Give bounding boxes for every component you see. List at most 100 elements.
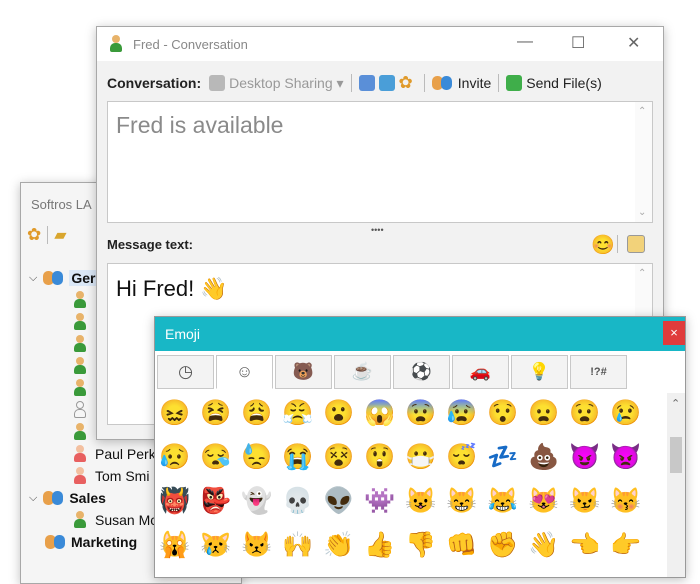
- emoji-cell[interactable]: 😯: [487, 397, 519, 429]
- person-icon[interactable]: [73, 379, 87, 397]
- person-icon[interactable]: [73, 335, 87, 353]
- emoji-cell[interactable]: 👏: [323, 529, 355, 561]
- group-row-general[interactable]: ⌵ Ger: [29, 267, 98, 289]
- emoji-cell[interactable]: 😺: [405, 485, 437, 517]
- tab-activities[interactable]: ⚽: [393, 355, 450, 389]
- emoji-cell[interactable]: 😻: [528, 485, 560, 517]
- emoji-cell[interactable]: 👈: [569, 529, 601, 561]
- emoji-cell[interactable]: 😹: [487, 485, 519, 517]
- emoji-cell[interactable]: 👹: [159, 485, 191, 517]
- edit-note-icon[interactable]: [627, 235, 645, 253]
- emoji-cell[interactable]: 😨: [405, 397, 437, 429]
- contact-row[interactable]: Paul Perk: [73, 443, 156, 465]
- person-icon[interactable]: [73, 423, 87, 441]
- tab-travel[interactable]: 🚗: [452, 355, 509, 389]
- emoji-cell[interactable]: 😭: [282, 441, 314, 473]
- emoji-cell[interactable]: 😴: [446, 441, 478, 473]
- emoji-cell[interactable]: 😪: [200, 441, 232, 473]
- emoji-cell[interactable]: 💀: [282, 485, 314, 517]
- emoji-cell[interactable]: 😱: [364, 397, 396, 429]
- emoji-cell[interactable]: 👊: [446, 529, 478, 561]
- emoji-cell[interactable]: 😧: [569, 397, 601, 429]
- emoji-cell[interactable]: 😫: [200, 397, 232, 429]
- emoji-cell[interactable]: 💤: [487, 441, 519, 473]
- emoji-cell[interactable]: 👿: [610, 441, 642, 473]
- scroll-up-icon[interactable]: ⌃: [671, 397, 680, 410]
- group-row-sales[interactable]: ⌵ Sales: [29, 487, 106, 509]
- tab-recent[interactable]: ◷: [157, 355, 214, 389]
- emoji-cell[interactable]: 😿: [200, 529, 232, 561]
- emoji-cell[interactable]: 😾: [241, 529, 273, 561]
- history-scrollbar[interactable]: ⌃ ⌄: [635, 102, 652, 222]
- emoji-titlebar: Emoji ×: [155, 317, 685, 351]
- chevron-down-icon[interactable]: ⌵: [29, 272, 37, 285]
- smiley-icon[interactable]: 😊: [591, 233, 615, 257]
- emoji-cell[interactable]: 😢: [610, 397, 642, 429]
- emoji-cell[interactable]: 🙀: [159, 529, 191, 561]
- emoji-cell[interactable]: 👽: [323, 485, 355, 517]
- folder-icon[interactable]: ▰: [54, 225, 66, 245]
- contact-name: Paul Perk: [95, 446, 156, 462]
- puzzle-icon[interactable]: ✿: [27, 225, 41, 245]
- emoji-cell[interactable]: 👋: [528, 529, 560, 561]
- emoji-cell[interactable]: 😷: [405, 441, 437, 473]
- emoji-cell[interactable]: 👍: [364, 529, 396, 561]
- tab-smileys[interactable]: ☺: [216, 355, 273, 389]
- emoji-cell[interactable]: 😲: [364, 441, 396, 473]
- emoji-cell[interactable]: 😮: [323, 397, 355, 429]
- notebook-icon[interactable]: [358, 75, 375, 91]
- maximize-icon[interactable]: ☐: [571, 33, 585, 53]
- tab-objects[interactable]: 💡: [511, 355, 568, 389]
- person-offline-icon[interactable]: [73, 401, 87, 419]
- splitter-handle[interactable]: ••••: [371, 225, 384, 235]
- emoji-cell[interactable]: 💩: [528, 441, 560, 473]
- contact-row[interactable]: Tom Smi: [73, 465, 149, 487]
- emoji-cell[interactable]: 👎: [405, 529, 437, 561]
- puzzle-icon[interactable]: ✿: [399, 73, 413, 93]
- emoji-cell[interactable]: 😈: [569, 441, 601, 473]
- emoji-cell[interactable]: 👾: [364, 485, 396, 517]
- minimize-icon[interactable]: —: [517, 33, 533, 51]
- scroll-thumb[interactable]: [670, 437, 682, 473]
- close-icon[interactable]: ✕: [627, 33, 640, 53]
- conversation-toolbar: Conversation: Desktop Sharing ▾ ✿ Invite…: [107, 71, 657, 95]
- emoji-cell[interactable]: 😦: [528, 397, 560, 429]
- conversation-history[interactable]: Fred is available ⌃ ⌄: [107, 101, 653, 223]
- emoji-cell[interactable]: 😤: [282, 397, 314, 429]
- emoji-cell[interactable]: 👻: [241, 485, 273, 517]
- emoji-cell[interactable]: 😓: [241, 441, 273, 473]
- emoji-cell[interactable]: 😰: [446, 397, 478, 429]
- chevron-down-icon[interactable]: ⌵: [29, 492, 37, 505]
- emoji-cell[interactable]: 😥: [159, 441, 191, 473]
- contact-card-icon[interactable]: [378, 75, 395, 91]
- emoji-cell[interactable]: 🙌: [282, 529, 314, 561]
- tab-symbols[interactable]: !?#: [570, 355, 627, 389]
- tab-animals[interactable]: 🐻: [275, 355, 332, 389]
- scroll-up-icon[interactable]: ⌃: [638, 268, 646, 279]
- invite-button[interactable]: Invite: [431, 75, 491, 91]
- emoji-cell[interactable]: 😽: [610, 485, 642, 517]
- emoji-cell[interactable]: 😖: [159, 397, 191, 429]
- emoji-cell[interactable]: 👺: [200, 485, 232, 517]
- toolbar-divider: [423, 74, 425, 92]
- emoji-cell[interactable]: 👉: [610, 529, 642, 561]
- emoji-cell[interactable]: 😼: [569, 485, 601, 517]
- contact-row[interactable]: Susan Mc: [73, 509, 157, 531]
- group-row-marketing[interactable]: Marketing: [45, 531, 137, 553]
- emoji-title: Emoji: [165, 326, 201, 342]
- close-button[interactable]: ×: [663, 321, 685, 345]
- scroll-down-icon[interactable]: ⌄: [638, 207, 646, 218]
- emoji-cell[interactable]: 😵: [323, 441, 355, 473]
- scroll-up-icon[interactable]: ⌃: [638, 106, 646, 117]
- emoji-cell[interactable]: ✊: [487, 529, 519, 561]
- emoji-cell[interactable]: 😸: [446, 485, 478, 517]
- send-files-button[interactable]: Send File(s): [506, 75, 602, 91]
- contact-name: Tom Smi: [95, 468, 150, 484]
- person-icon[interactable]: [73, 313, 87, 331]
- person-icon[interactable]: [73, 291, 87, 309]
- emoji-scrollbar[interactable]: ⌃: [667, 393, 685, 577]
- emoji-cell[interactable]: 😩: [241, 397, 273, 429]
- desktop-sharing-button[interactable]: Desktop Sharing ▾: [209, 75, 344, 92]
- person-icon[interactable]: [73, 357, 87, 375]
- tab-food[interactable]: ☕: [334, 355, 391, 389]
